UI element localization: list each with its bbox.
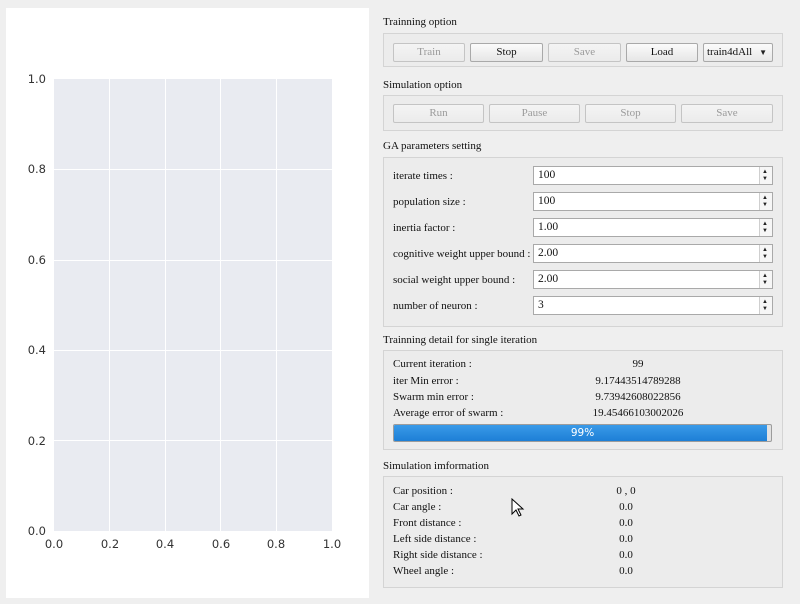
plot-area (54, 79, 332, 531)
x-tick-label: 0.4 (155, 537, 175, 551)
car-position-value: 0 , 0 (616, 485, 636, 497)
grid-line (54, 440, 332, 441)
swarm-min-error-label: Swarm min error : (393, 391, 474, 403)
plot-panel: 1.0 0.8 0.6 0.4 0.2 0.0 0.0 0.2 0.4 0.6 … (0, 0, 370, 604)
x-tick-label: 0.0 (44, 537, 64, 551)
y-tick-label: 0.6 (27, 253, 46, 267)
x-tick-label: 0.6 (211, 537, 231, 551)
iter-min-error-label: iter Min error : (393, 375, 459, 387)
arrow-up-icon[interactable]: ▲ (762, 299, 768, 305)
progress-text: 99% (570, 427, 595, 439)
arrow-up-icon[interactable]: ▲ (762, 273, 768, 279)
front-distance-value: 0.0 (619, 517, 633, 529)
x-tick-label: 0.8 (266, 537, 286, 551)
spin-arrows[interactable]: ▲ ▼ (759, 297, 772, 314)
y-tick-label: 1.0 (27, 72, 46, 86)
spin-arrows[interactable]: ▲ ▼ (759, 167, 772, 184)
training-detail-title: Trainning detail for single iteration (383, 334, 538, 346)
training-save-button[interactable]: Save (548, 43, 621, 62)
arrow-down-icon[interactable]: ▼ (762, 306, 768, 312)
average-error-label: Average error of swarm : (393, 407, 504, 419)
iterate-times-label: iterate times : (393, 170, 453, 182)
y-tick-label: 0.2 (27, 434, 46, 448)
inertia-factor-label: inertia factor : (393, 222, 456, 234)
simulation-save-button[interactable]: Save (681, 104, 773, 123)
training-option-title: Trainning option (383, 16, 457, 28)
iterate-times-value: 100 (538, 169, 556, 181)
inertia-factor-spinbox[interactable]: 1.00 ▲ ▼ (533, 218, 773, 237)
cognitive-weight-label: cognitive weight upper bound : (393, 248, 531, 260)
x-tick-label: 1.0 (322, 537, 342, 551)
pause-button[interactable]: Pause (489, 104, 580, 123)
current-iteration-value: 99 (632, 358, 644, 370)
social-weight-label: social weight upper bound : (393, 274, 516, 286)
social-weight-value: 2.00 (538, 273, 559, 285)
dataset-select-value: train4dAll (707, 46, 753, 58)
population-size-value: 100 (538, 195, 556, 207)
grid-line (54, 260, 332, 261)
inertia-factor-value: 1.00 (538, 221, 559, 233)
grid-line (220, 79, 221, 531)
grid-line (165, 79, 166, 531)
arrow-down-icon[interactable]: ▼ (762, 176, 768, 182)
grid-line (109, 79, 110, 531)
grid-line (54, 350, 332, 351)
arrow-up-icon[interactable]: ▲ (762, 169, 768, 175)
y-tick-label: 0.0 (27, 524, 46, 538)
iterate-times-spinbox[interactable]: 100 ▲ ▼ (533, 166, 773, 185)
run-button[interactable]: Run (393, 104, 484, 123)
x-tick-label: 0.2 (100, 537, 120, 551)
number-of-neuron-label: number of neuron : (393, 300, 478, 312)
y-tick-label: 0.8 (27, 162, 46, 176)
training-progress-bar: 99% (393, 424, 772, 442)
arrow-down-icon[interactable]: ▼ (762, 280, 768, 286)
arrow-down-icon[interactable]: ▼ (762, 228, 768, 234)
simulation-stop-button[interactable]: Stop (585, 104, 676, 123)
wheel-angle-value: 0.0 (619, 565, 633, 577)
front-distance-label: Front distance : (393, 517, 462, 529)
grid-line (276, 79, 277, 531)
right-distance-value: 0.0 (619, 549, 633, 561)
cognitive-weight-value: 2.00 (538, 247, 559, 259)
load-button[interactable]: Load (626, 43, 698, 62)
population-size-label: population size : (393, 196, 466, 208)
spin-arrows[interactable]: ▲ ▼ (759, 245, 772, 262)
chevron-down-icon: ▼ (759, 48, 767, 57)
population-size-spinbox[interactable]: 100 ▲ ▼ (533, 192, 773, 211)
dataset-select[interactable]: train4dAll ▼ (703, 43, 773, 62)
car-angle-value: 0.0 (619, 501, 633, 513)
training-stop-button[interactable]: Stop (470, 43, 543, 62)
left-distance-value: 0.0 (619, 533, 633, 545)
arrow-up-icon[interactable]: ▲ (762, 195, 768, 201)
social-weight-spinbox[interactable]: 2.00 ▲ ▼ (533, 270, 773, 289)
number-of-neuron-value: 3 (538, 299, 544, 311)
train-button[interactable]: Train (393, 43, 465, 62)
ga-parameters-title: GA parameters setting (383, 140, 482, 152)
car-position-label: Car position : (393, 485, 453, 497)
spin-arrows[interactable]: ▲ ▼ (759, 193, 772, 210)
arrow-down-icon[interactable]: ▼ (762, 254, 768, 260)
right-distance-label: Right side distance : (393, 549, 483, 561)
arrow-down-icon[interactable]: ▼ (762, 202, 768, 208)
current-iteration-label: Current iteration : (393, 358, 472, 370)
left-distance-label: Left side distance : (393, 533, 477, 545)
arrow-up-icon[interactable]: ▲ (762, 247, 768, 253)
spin-arrows[interactable]: ▲ ▼ (759, 219, 772, 236)
car-angle-label: Car angle : (393, 501, 442, 513)
average-error-value: 19.45466103002026 (592, 407, 684, 419)
spin-arrows[interactable]: ▲ ▼ (759, 271, 772, 288)
y-tick-label: 0.4 (27, 343, 46, 357)
simulation-information-title: Simulation imformation (383, 460, 490, 472)
arrow-up-icon[interactable]: ▲ (762, 221, 768, 227)
grid-line (54, 169, 332, 170)
wheel-angle-label: Wheel angle : (393, 565, 455, 577)
swarm-min-error-value: 9.73942608022856 (595, 391, 681, 403)
cognitive-weight-spinbox[interactable]: 2.00 ▲ ▼ (533, 244, 773, 263)
number-of-neuron-spinbox[interactable]: 3 ▲ ▼ (533, 296, 773, 315)
iter-min-error-value: 9.17443514789288 (595, 375, 681, 387)
simulation-option-title: Simulation option (383, 79, 463, 91)
mouse-cursor-icon (511, 498, 525, 517)
